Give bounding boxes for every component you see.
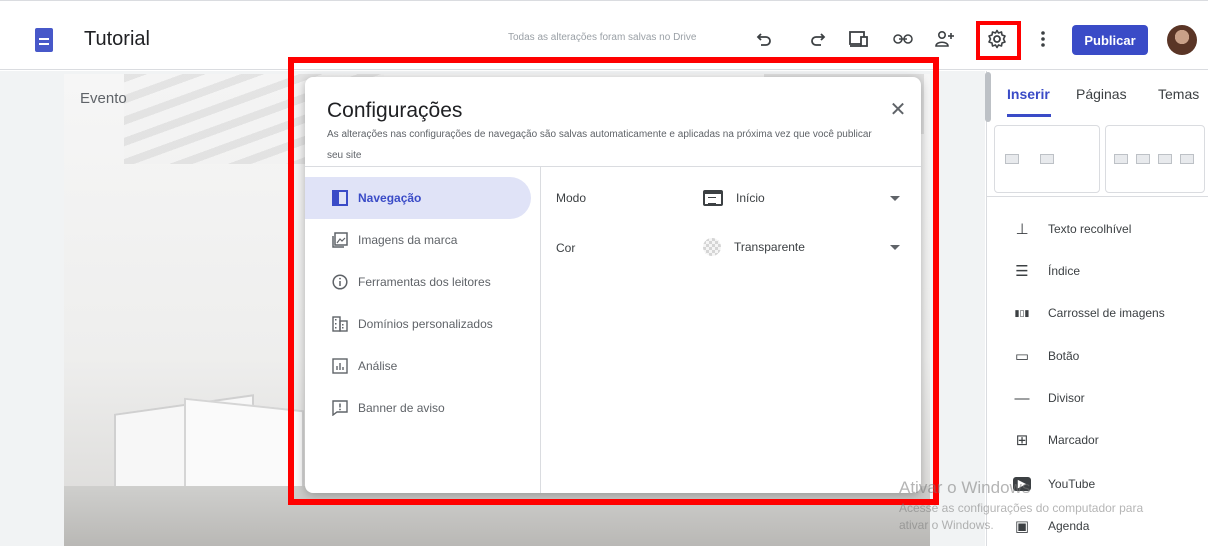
carousel-icon: ▮▯▮ — [1014, 307, 1030, 318]
canvas-scrollbar[interactable] — [985, 72, 991, 122]
placeholder-icon: ⊞ — [1015, 432, 1029, 449]
button-icon: ▭ — [1014, 348, 1030, 365]
gear-highlight-frame — [976, 21, 1021, 60]
tab-inserir[interactable]: Inserir — [1007, 86, 1050, 102]
insert-item-label: Texto recolhível — [1048, 222, 1132, 236]
document-title[interactable]: Tutorial — [84, 28, 150, 51]
insert-item-botao[interactable]: ▭ Botão — [1013, 345, 1079, 367]
insert-item-label: Carrossel de imagens — [1048, 306, 1165, 320]
insert-item-indice[interactable]: ☰ Índice — [1013, 260, 1080, 282]
avatar[interactable] — [1167, 25, 1197, 55]
insert-item-marcador[interactable]: ⊞ Marcador — [1013, 429, 1099, 451]
divider-icon: — — [1014, 389, 1030, 407]
undo-icon[interactable] — [752, 27, 776, 51]
insert-item-label: Marcador — [1048, 433, 1099, 447]
windows-watermark-line: Acesse as configurações do computador pa… — [899, 501, 1144, 515]
toc-icon: ☰ — [1015, 263, 1029, 280]
windows-watermark-text: Acesse as configurações do computador pa… — [899, 500, 1143, 534]
insert-item-carrossel[interactable]: ▮▯▮ Carrossel de imagens — [1013, 302, 1165, 324]
insert-item-texto-recolhivel[interactable]: ⊥ Texto recolhível — [1013, 218, 1131, 240]
collapsible-text-icon: ⊥ — [1015, 221, 1029, 238]
windows-watermark-line: ativar o Windows. — [899, 518, 994, 532]
layout-card[interactable] — [994, 125, 1100, 193]
image-placeholder-icon — [1158, 154, 1172, 164]
image-placeholder-icon — [1180, 154, 1194, 164]
windows-watermark-title: Ativar o Windows — [899, 478, 1031, 497]
redo-icon[interactable] — [806, 27, 830, 51]
publish-button[interactable]: Publicar — [1072, 25, 1148, 55]
layout-card[interactable] — [1105, 125, 1205, 193]
link-icon[interactable] — [891, 27, 915, 51]
insert-item-divisor[interactable]: — Divisor — [1013, 387, 1085, 409]
insert-item-label: Divisor — [1048, 391, 1085, 405]
image-placeholder-icon — [1005, 154, 1019, 164]
save-status: Todas as alterações foram salvas no Driv… — [508, 32, 697, 43]
right-sidebar: Inserir Páginas Temas ⊥ Texto recolhível… — [986, 71, 1208, 546]
image-placeholder-icon — [1114, 154, 1128, 164]
more-vert-icon[interactable] — [1031, 27, 1055, 51]
sidebar-divider — [987, 196, 1208, 197]
insert-item-label: Índice — [1048, 264, 1081, 278]
share-icon[interactable] — [933, 27, 957, 51]
active-tab-indicator — [1007, 114, 1051, 117]
dialog-highlight-frame — [288, 57, 939, 505]
app-root: Tutorial Todas as alterações foram salva… — [0, 0, 1208, 546]
preview-icon[interactable] — [847, 27, 871, 51]
image-placeholder-icon — [1136, 154, 1150, 164]
insert-item-label: Botão — [1048, 349, 1080, 363]
page-section-title[interactable]: Evento — [80, 90, 127, 107]
insert-item-label: YouTube — [1048, 477, 1096, 491]
tab-paginas[interactable]: Páginas — [1076, 86, 1127, 102]
sites-logo-icon[interactable] — [35, 28, 53, 52]
tab-temas[interactable]: Temas — [1158, 86, 1199, 102]
image-placeholder-icon — [1040, 154, 1054, 164]
